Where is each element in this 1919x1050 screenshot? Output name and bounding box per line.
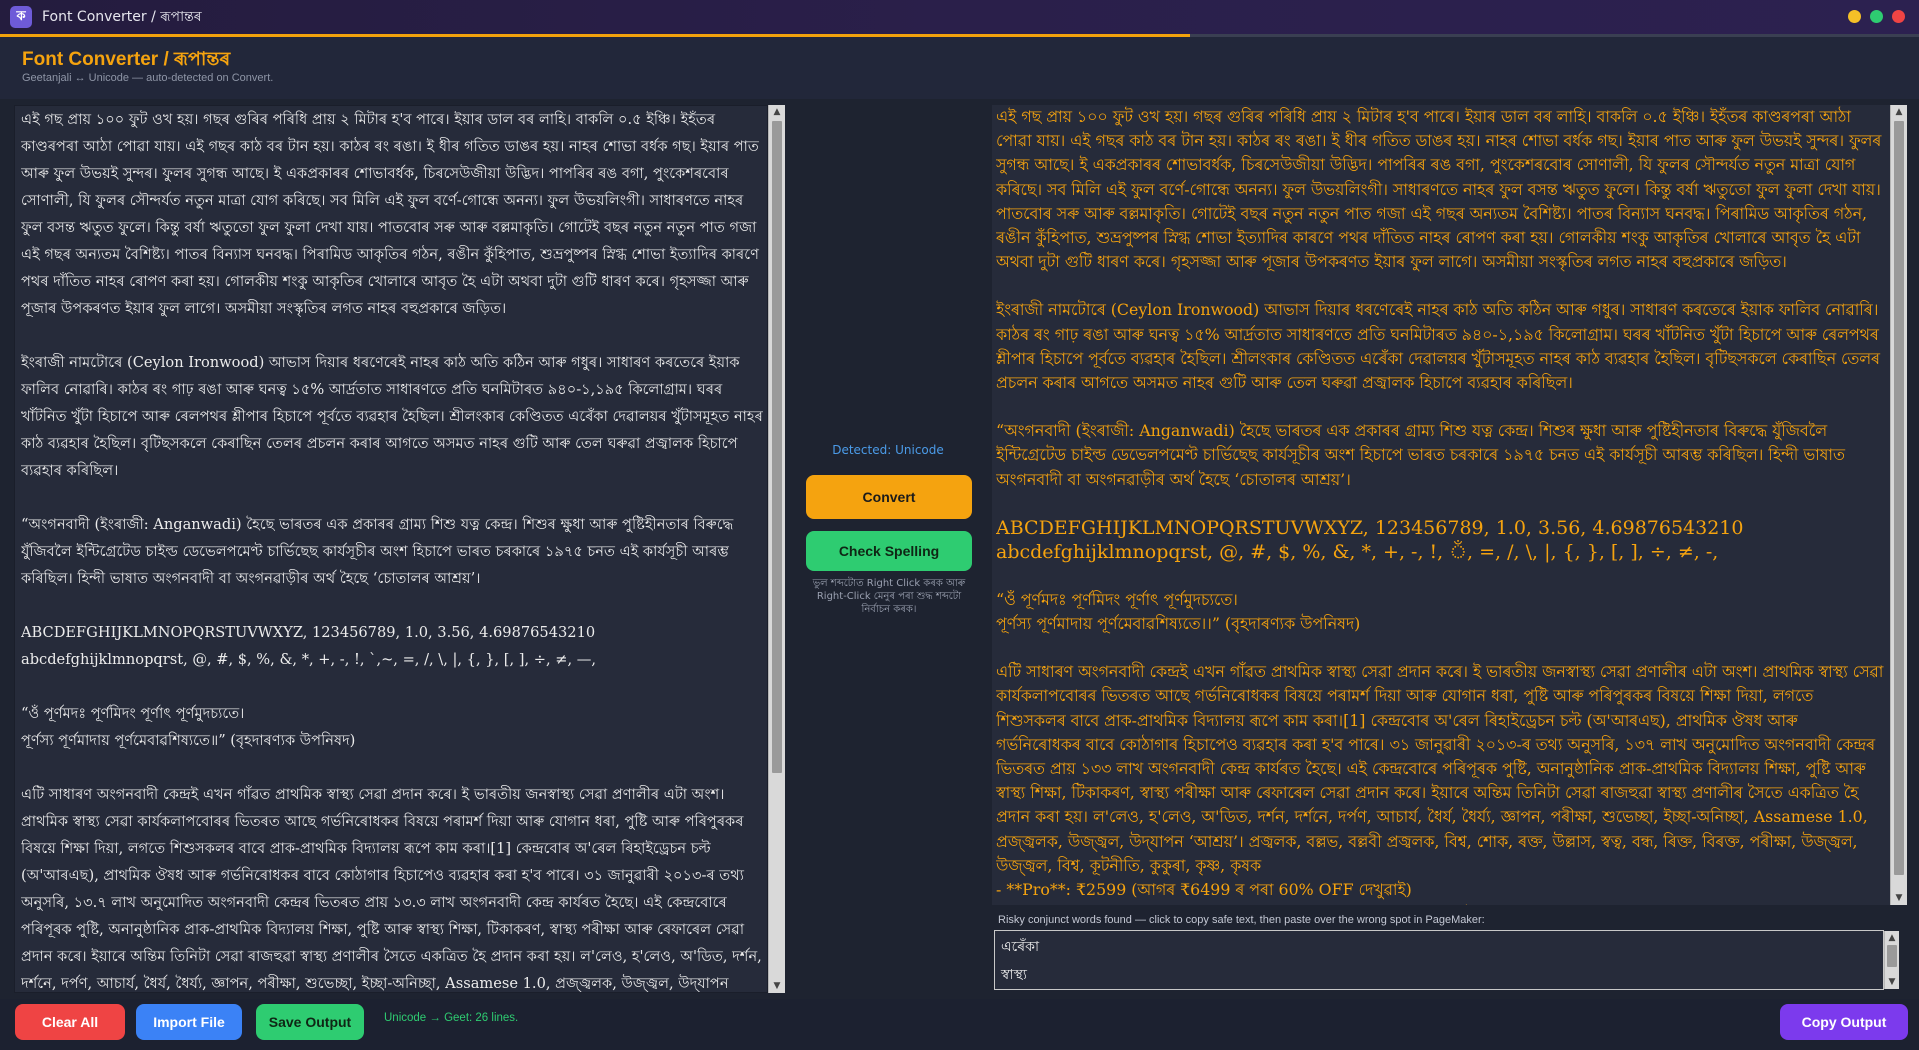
maximize-button[interactable] [1870, 10, 1883, 23]
output-text[interactable]: এই গছ প্ৰায় ১০০ ফুট ওখ হয়। গছৰ গুৰিৰ প… [996, 105, 1886, 905]
status-text: Unicode → Geet: 26 lines. [384, 1012, 519, 1024]
import-file-button[interactable]: Import File [136, 1004, 242, 1040]
window-controls [1848, 10, 1905, 23]
clear-all-button[interactable]: Clear All [15, 1004, 125, 1040]
risky-word-item[interactable]: স্বাস্থ্য [995, 959, 1883, 987]
output-paragraph: এই গছ প্ৰায় ১০০ ফুট ওখ হয়। গছৰ গুৰিৰ প… [996, 107, 1882, 272]
output-paragraph: ABCDEFGHIJKLMNOPQRSTUVWXYZ, 123456789, 1… [996, 516, 1744, 563]
output-scrollbar[interactable]: ▲ ▼ [1890, 105, 1907, 905]
risky-words-label: Risky conjunct words found — click to co… [998, 914, 1485, 926]
page-subtitle: Geetanjali ↔ Unicode — auto-detected on … [22, 72, 274, 84]
input-paragraph: এটি সাধাৰণ অংগনবাদী কেন্দ্ৰই এখন গাঁৱত প… [21, 786, 762, 992]
convert-button[interactable]: Convert [806, 475, 972, 519]
copy-output-button[interactable]: Copy Output [1780, 1004, 1908, 1040]
scroll-thumb[interactable] [1894, 121, 1904, 875]
spelling-hint: ভুল শব্দটোত Right Click কৰক আৰু Right-Cl… [812, 578, 966, 615]
risky-word-item[interactable]: এৰেঁকা [995, 931, 1883, 959]
input-paragraph: ABCDEFGHIJKLMNOPQRSTUVWXYZ, 123456789, 1… [21, 624, 596, 668]
detected-label: Detected: Unicode [832, 443, 944, 457]
scroll-up-icon[interactable]: ▲ [769, 105, 785, 119]
input-paragraph: ইংৰাজী নামটোৰে (Ceylon Ironwood) আভাস দি… [21, 354, 763, 479]
scroll-down-icon[interactable]: ▼ [1891, 891, 1907, 905]
window-titlebar: ক Font Converter / ৰূপান্তৰ [0, 0, 1919, 34]
control-column: Detected: Unicode Convert Check Spelling… [788, 105, 988, 993]
app-header: Font Converter / ৰূপান্তৰ Geetanjali ↔ U… [0, 37, 1919, 99]
input-paragraph: “অংগনবাদী (ইংৰাজী: Anganwadi) হৈছে ভাৰতৰ… [21, 516, 734, 587]
risky-words-list[interactable]: এৰেঁকা স্বাস্থ্য [994, 930, 1884, 990]
input-scrollbar[interactable]: ▲ ▼ [768, 105, 785, 993]
save-output-button[interactable]: Save Output [256, 1004, 364, 1040]
input-editor[interactable]: এই গছ প্ৰায় ১০০ ফুট ওখ হয়। গছৰ গুৰিৰ প… [14, 105, 768, 993]
scroll-up-icon[interactable]: ▲ [1885, 931, 1899, 945]
scroll-up-icon[interactable]: ▲ [1891, 105, 1907, 119]
input-paragraph: “ওঁ পূৰ্ণমদঃ পূৰ্ণমিদং পূৰ্ণাৎ পূৰ্ণমুদচ… [21, 705, 356, 749]
check-spelling-button[interactable]: Check Spelling [806, 531, 972, 571]
output-editor[interactable]: এই গছ প্ৰায় ১০০ ফুট ওখ হয়। গছৰ গুৰিৰ প… [992, 105, 1890, 905]
app-logo-icon: ক [10, 6, 32, 28]
scroll-down-icon[interactable]: ▼ [769, 979, 785, 993]
risky-scrollbar[interactable]: ▲ ▼ [1884, 931, 1899, 989]
minimize-button[interactable] [1848, 10, 1861, 23]
output-paragraph: ইংৰাজী নামটোৰে (Ceylon Ironwood) আভাস দি… [996, 300, 1880, 393]
output-paragraph: এটি সাধাৰণ অংগনবাদী কেন্দ্ৰই এখন গাঁৱত প… [996, 662, 1884, 905]
close-button[interactable] [1892, 10, 1905, 23]
scroll-thumb[interactable] [1887, 945, 1897, 967]
window-title: Font Converter / ৰূপান্তৰ [42, 9, 202, 25]
input-paragraph: এই গছ প্ৰায় ১০০ ফুট ওখ হয়। গছৰ গুৰিৰ প… [21, 111, 759, 317]
output-paragraph: “ওঁ পূৰ্ণমদঃ পূৰ্ণমিদং পূৰ্ণাৎ পূৰ্ণমুদচ… [996, 589, 1361, 634]
output-paragraph: “অংগনবাদী (ইংৰাজী: Anganwadi) হৈছে ভাৰতৰ… [996, 421, 1845, 489]
scroll-down-icon[interactable]: ▼ [1885, 975, 1899, 989]
input-text[interactable]: এই গছ প্ৰায় ১০০ ফুট ওখ হয়। গছৰ গুৰিৰ প… [21, 106, 765, 992]
scroll-thumb[interactable] [772, 121, 782, 773]
